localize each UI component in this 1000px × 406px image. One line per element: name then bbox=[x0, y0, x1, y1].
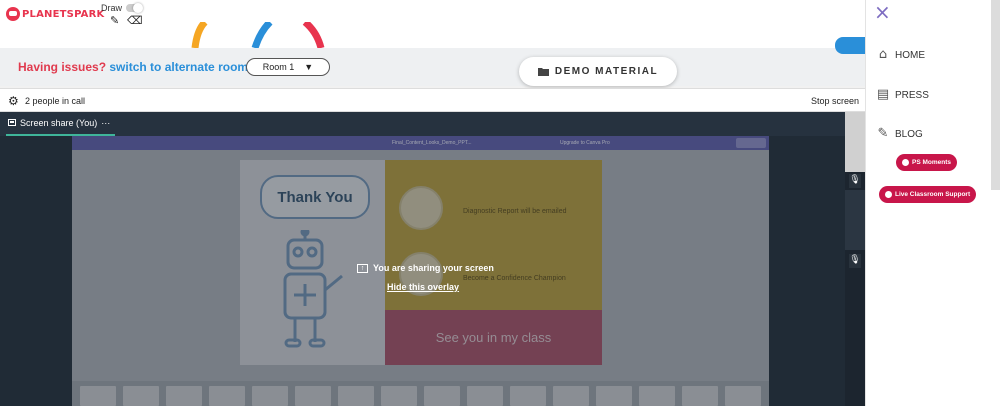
nav-item-home[interactable]: ⌂ HOME bbox=[876, 48, 925, 62]
sharing-message-text: You are sharing your screen bbox=[373, 263, 494, 273]
issues-question: Having issues? bbox=[18, 60, 107, 74]
gear-icon[interactable]: ⚙ bbox=[8, 94, 19, 108]
draw-toggle[interactable] bbox=[126, 3, 143, 13]
eraser-icon[interactable]: ⌫ bbox=[127, 14, 143, 27]
sharing-message: ↑ You are sharing your screen bbox=[357, 263, 494, 273]
side-menu: × ⌂ HOME ▤ PRESS ✎ BLOG PS Moments Live … bbox=[865, 0, 1000, 406]
meeting-tabs: Screen share (You) ··· bbox=[0, 112, 845, 136]
draw-label: Draw bbox=[101, 3, 123, 13]
live-support-label: Live Classroom Support bbox=[895, 191, 971, 198]
planetspark-logo[interactable]: PLANETSPARK bbox=[6, 5, 104, 23]
close-icon[interactable]: × bbox=[874, 0, 891, 24]
decorative-arcs bbox=[191, 22, 325, 48]
stop-screen-button[interactable]: Stop screen bbox=[811, 96, 859, 106]
nav-item-home-label: HOME bbox=[895, 49, 925, 61]
tab-screen-share[interactable]: Screen share (You) ··· bbox=[8, 118, 110, 128]
more-options-icon[interactable]: ··· bbox=[101, 118, 110, 128]
plus-icon bbox=[902, 159, 909, 166]
mic-icon[interactable]: 🎙 bbox=[849, 254, 861, 268]
ps-moments-label: PS Moments bbox=[912, 159, 952, 166]
call-bar: ⚙ 2 people in call Stop screen bbox=[0, 88, 865, 112]
nav-item-press-label: PRESS bbox=[895, 89, 929, 101]
screen-share-icon: ↑ bbox=[357, 263, 368, 273]
screen-share-icon bbox=[8, 119, 16, 126]
tab-screen-share-label: Screen share (You) bbox=[20, 118, 98, 128]
ps-moments-button[interactable]: PS Moments bbox=[896, 154, 958, 171]
pencil-icon[interactable]: ✎ bbox=[110, 14, 119, 27]
mic-icon[interactable]: 🎙 bbox=[849, 174, 861, 188]
demo-material-button[interactable]: DEMO MATERIAL bbox=[519, 57, 677, 86]
logo-text: PLANETSPARK bbox=[22, 8, 105, 20]
nav-item-blog[interactable]: ✎ BLOG bbox=[876, 127, 923, 141]
plus-icon bbox=[885, 191, 892, 198]
room-select-value: Room 1 bbox=[262, 62, 295, 72]
app-root: PLANETSPARK Draw ✎ ⌫ Having issues? swit… bbox=[0, 0, 1000, 406]
participant-video bbox=[845, 190, 865, 250]
issues-message: Having issues? switch to alternate room bbox=[18, 60, 248, 74]
alternate-room-link[interactable]: switch to alternate room bbox=[109, 60, 248, 74]
room-select[interactable]: Room 1 ▼ bbox=[246, 58, 330, 76]
participant-strip: 🎙 🎙 bbox=[845, 112, 865, 406]
newspaper-icon: ▤ bbox=[876, 87, 890, 102]
meeting-area: Screen share (You) ··· Final_Content_Loo… bbox=[0, 112, 865, 406]
home-icon: ⌂ bbox=[878, 47, 888, 62]
scrollbar[interactable] bbox=[991, 0, 1000, 190]
nav-item-press[interactable]: ▤ PRESS bbox=[876, 88, 929, 102]
live-support-button[interactable]: Live Classroom Support bbox=[879, 186, 977, 203]
logo-mark-icon bbox=[6, 7, 20, 21]
demo-material-label: DEMO MATERIAL bbox=[554, 66, 659, 77]
pencil-icon: ✎ bbox=[877, 126, 889, 141]
participant-video bbox=[845, 112, 865, 172]
nav-item-blog-label: BLOG bbox=[895, 128, 923, 140]
people-count: 2 people in call bbox=[25, 96, 86, 106]
chevron-down-icon: ▼ bbox=[304, 62, 314, 72]
hide-overlay-link[interactable]: Hide this overlay bbox=[387, 282, 459, 292]
top-header: PLANETSPARK Draw ✎ ⌫ bbox=[0, 0, 865, 48]
folder-icon bbox=[537, 68, 549, 76]
